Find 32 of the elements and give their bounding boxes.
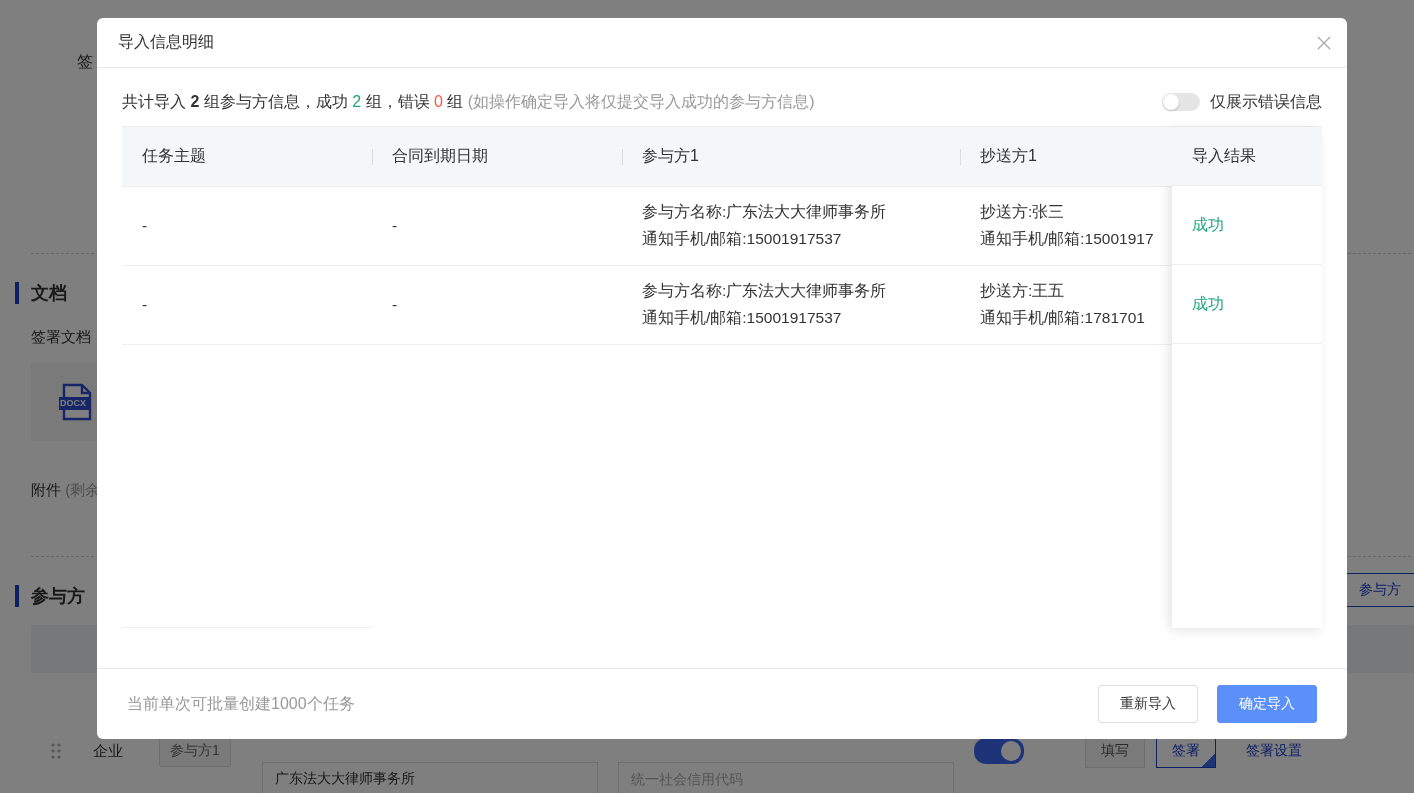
table-cell-text: 通知手机/邮箱:1781701 <box>980 308 1146 328</box>
toggle-switch[interactable] <box>1162 93 1200 111</box>
table-cell-text: 抄送方:张三 <box>980 202 1066 222</box>
toggle-label: 仅展示错误信息 <box>1210 91 1322 112</box>
import-summary: 共计导入 2 组参与方信息，成功 2 组，错误 0 组 (如操作确定导入将仅提交导入成功的参与方信息) <box>122 91 815 112</box>
table-cell-text: 抄送方:王五 <box>980 281 1066 301</box>
table-cell-text: - <box>142 217 149 235</box>
toggle-switch[interactable] <box>973 738 1024 764</box>
column-header: 导入结果 <box>1192 145 1256 166</box>
table-cell-text: 通知手机/邮箱:15001917537 <box>642 308 843 328</box>
participant-type: 企业 <box>93 741 123 761</box>
confirm-button[interactable]: 确定导入 <box>1217 685 1317 723</box>
close-icon[interactable] <box>1317 35 1331 50</box>
dialog-title: 导入信息明细 <box>118 32 214 52</box>
table-cell-text: 参与方名称:广东法大大律师事务所 <box>642 202 888 222</box>
table-cell-text: - <box>392 217 399 235</box>
reimport-button[interactable]: 重新导入 <box>1098 685 1198 723</box>
footer-note: 当前单次可批量创建1000个任务 <box>127 693 355 714</box>
field-label: 签 <box>77 53 93 70</box>
section-title: 参与方 <box>15 585 85 607</box>
drag-handle-icon[interactable] <box>51 743 61 759</box>
sign-settings-link[interactable]: 签署设置 <box>1245 742 1302 760</box>
column-header: 任务主题 <box>142 146 206 166</box>
column-header: 参与方1 <box>642 146 699 166</box>
column-header: 合同到期日期 <box>392 146 488 166</box>
table-cell-text: 参与方名称:广东法大大律师事务所 <box>642 281 888 301</box>
field-label: 签署文档 <box>31 328 92 347</box>
name-field[interactable]: 广东法大大律师事务所 <box>262 762 598 793</box>
table-cell-text: 通知手机/邮箱:15001917537 <box>642 229 843 249</box>
column-header: 抄送方1 <box>980 146 1037 166</box>
table-cell-text: 通知手机/邮箱:15001917 <box>980 229 1155 249</box>
result-status: 成功 <box>1192 214 1224 235</box>
